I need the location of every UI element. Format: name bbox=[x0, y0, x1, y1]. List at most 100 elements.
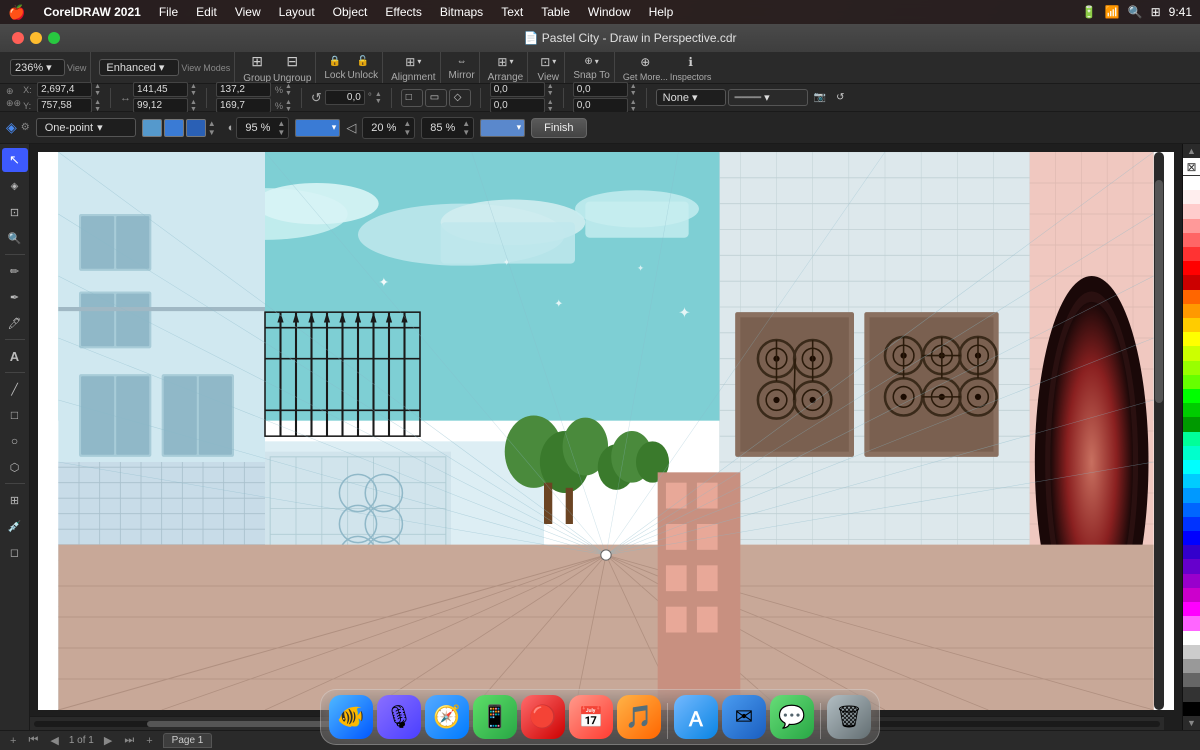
controlcenter-icon[interactable]: ⊞ bbox=[1151, 5, 1161, 19]
color-swatch-3[interactable] bbox=[186, 119, 206, 137]
color-green-yellow[interactable] bbox=[1183, 361, 1200, 375]
color-swatch-2[interactable] bbox=[164, 119, 184, 137]
lock-button[interactable]: 🔒 bbox=[325, 54, 345, 69]
opacity3-arrows[interactable]: ▲ ▼ bbox=[462, 119, 470, 137]
color-indigo[interactable] bbox=[1183, 545, 1200, 559]
color-lime[interactable] bbox=[1183, 346, 1200, 360]
color-bright-green[interactable] bbox=[1183, 375, 1200, 389]
color-blue[interactable] bbox=[1183, 503, 1200, 517]
color-cyan[interactable] bbox=[1183, 460, 1200, 474]
px-arrows[interactable]: ▲ ▼ bbox=[547, 83, 554, 97]
menubar-object[interactable]: Object bbox=[325, 3, 376, 21]
w-input[interactable] bbox=[133, 82, 188, 97]
pos-x2-input[interactable] bbox=[573, 82, 628, 97]
color-aqua[interactable] bbox=[1183, 432, 1200, 446]
page-tab[interactable]: Page 1 bbox=[163, 733, 213, 748]
opacity1-arrows[interactable]: ▲ ▼ bbox=[277, 119, 285, 137]
crop-tool-btn[interactable]: ⊡ bbox=[2, 200, 28, 224]
color-grey[interactable] bbox=[1183, 659, 1200, 673]
color-amber[interactable] bbox=[1183, 304, 1200, 318]
dock-appstore[interactable]: Ａ bbox=[674, 695, 718, 739]
opacity3-input[interactable] bbox=[425, 122, 460, 134]
dock-messages[interactable]: 💬 bbox=[770, 695, 814, 739]
color-red[interactable] bbox=[1183, 261, 1200, 275]
py2-arrows[interactable]: ▲ ▼ bbox=[630, 99, 637, 113]
color-teal-light[interactable] bbox=[1183, 446, 1200, 460]
color-magenta[interactable] bbox=[1183, 588, 1200, 602]
alignment-button[interactable]: ⊞▾ bbox=[401, 53, 425, 71]
opacity1-input[interactable] bbox=[240, 122, 275, 134]
menubar-view[interactable]: View bbox=[227, 3, 269, 21]
last-page-button[interactable]: ⏭ bbox=[122, 734, 136, 747]
shadow-tool-btn[interactable]: ◻ bbox=[2, 540, 28, 564]
color-yellow[interactable] bbox=[1183, 318, 1200, 332]
palette-scroll-up[interactable]: ▲ bbox=[1183, 144, 1200, 158]
menubar-table[interactable]: Table bbox=[533, 3, 578, 21]
blue-color-dropdown[interactable]: ▾ bbox=[295, 119, 340, 137]
dock-music[interactable]: 🎵 bbox=[617, 695, 661, 739]
persp-settings-icon[interactable]: ⚙ bbox=[21, 122, 30, 133]
menubar-help[interactable]: Help bbox=[641, 3, 682, 21]
color-salmon[interactable] bbox=[1183, 233, 1200, 247]
group-button[interactable]: ⊞ bbox=[247, 51, 267, 72]
color-swatch-1[interactable] bbox=[142, 119, 162, 137]
opacity2-input[interactable] bbox=[366, 122, 401, 134]
view-mode-dropdown[interactable]: Enhanced ▾ bbox=[99, 59, 179, 76]
color-light-pink[interactable] bbox=[1183, 190, 1200, 204]
line-tool-btn[interactable]: ╱ bbox=[2, 377, 28, 401]
refresh-icon[interactable]: ↺ bbox=[311, 90, 322, 106]
blue2-color-dropdown[interactable]: ▾ bbox=[480, 119, 525, 137]
color-red-light[interactable] bbox=[1183, 247, 1200, 261]
next-page-button[interactable]: ▶ bbox=[102, 734, 114, 747]
menubar-window[interactable]: Window bbox=[580, 3, 639, 21]
linestyle-dropdown[interactable]: ━━━━ ▾ bbox=[728, 89, 808, 106]
dock-safari[interactable]: 🧭 bbox=[425, 695, 469, 739]
x-arrows[interactable]: ▲ ▼ bbox=[94, 83, 101, 97]
color-fuchsia[interactable] bbox=[1183, 602, 1200, 616]
h-input[interactable] bbox=[133, 98, 188, 113]
dock-finder[interactable]: 🐠 bbox=[329, 695, 373, 739]
color-pink[interactable] bbox=[1183, 204, 1200, 218]
color-green[interactable] bbox=[1183, 389, 1200, 403]
color-charcoal[interactable] bbox=[1183, 687, 1200, 701]
zoom-tool-btn[interactable]: 🔍 bbox=[2, 226, 28, 250]
rect-shape-btn[interactable]: □ bbox=[401, 89, 423, 107]
canvas-artwork[interactable]: ✦ ✦ ✦ ✦ ✦ bbox=[38, 152, 1174, 710]
color-white2[interactable] bbox=[1183, 631, 1200, 645]
color-violet[interactable] bbox=[1183, 559, 1200, 573]
fade-icon[interactable]: ◁ bbox=[346, 120, 356, 136]
color-blue-deep[interactable] bbox=[1183, 517, 1200, 531]
color-purple[interactable] bbox=[1183, 574, 1200, 588]
color-swatch-arrows[interactable]: ▲ ▼ bbox=[208, 119, 222, 137]
menubar-text[interactable]: Text bbox=[493, 3, 531, 21]
prev-page-button[interactable]: ◀ bbox=[48, 734, 60, 747]
color-sky[interactable] bbox=[1183, 474, 1200, 488]
dock-trash[interactable]: 🗑 bbox=[827, 695, 871, 739]
refresh2-btn[interactable]: ↺ bbox=[832, 90, 848, 105]
unlock-button[interactable]: 🔓 bbox=[353, 54, 373, 69]
snapto-button[interactable]: ⊕▾ bbox=[580, 54, 602, 69]
diamond-shape-btn[interactable]: ◇ bbox=[449, 89, 471, 107]
color-dark-grey[interactable] bbox=[1183, 673, 1200, 687]
color-light-grey[interactable] bbox=[1183, 645, 1200, 659]
px2-arrows[interactable]: ▲ ▼ bbox=[630, 83, 637, 97]
w-arrows[interactable]: ▲ ▼ bbox=[190, 83, 197, 97]
palette-no-fill[interactable]: ⊠ bbox=[1183, 158, 1200, 176]
w2-arrows[interactable]: ▲ ▼ bbox=[285, 83, 292, 97]
getmore-button[interactable]: ⊕ bbox=[636, 53, 654, 71]
h2-arrows[interactable]: ▲ ▼ bbox=[285, 99, 292, 113]
rect2-shape-btn[interactable]: ▭ bbox=[425, 89, 447, 107]
calligraphy-tool-btn[interactable]: 🖊 bbox=[2, 311, 28, 335]
add-page-end-button[interactable]: + bbox=[144, 735, 154, 747]
text-tool-btn[interactable]: A bbox=[2, 344, 28, 368]
search-icon[interactable]: 🔍 bbox=[1128, 5, 1143, 19]
color-bright-yellow[interactable] bbox=[1183, 332, 1200, 346]
pen-tool-btn[interactable]: ✒ bbox=[2, 285, 28, 309]
pos-y2-input[interactable] bbox=[573, 98, 628, 113]
x-input[interactable] bbox=[37, 82, 92, 97]
ellipse-tool-btn[interactable]: ○ bbox=[2, 429, 28, 453]
freehand-tool-btn[interactable]: ✏ bbox=[2, 259, 28, 283]
minimize-button[interactable] bbox=[30, 32, 42, 44]
camera-btn[interactable]: 📷 bbox=[810, 90, 830, 105]
w2-input[interactable] bbox=[216, 82, 271, 97]
